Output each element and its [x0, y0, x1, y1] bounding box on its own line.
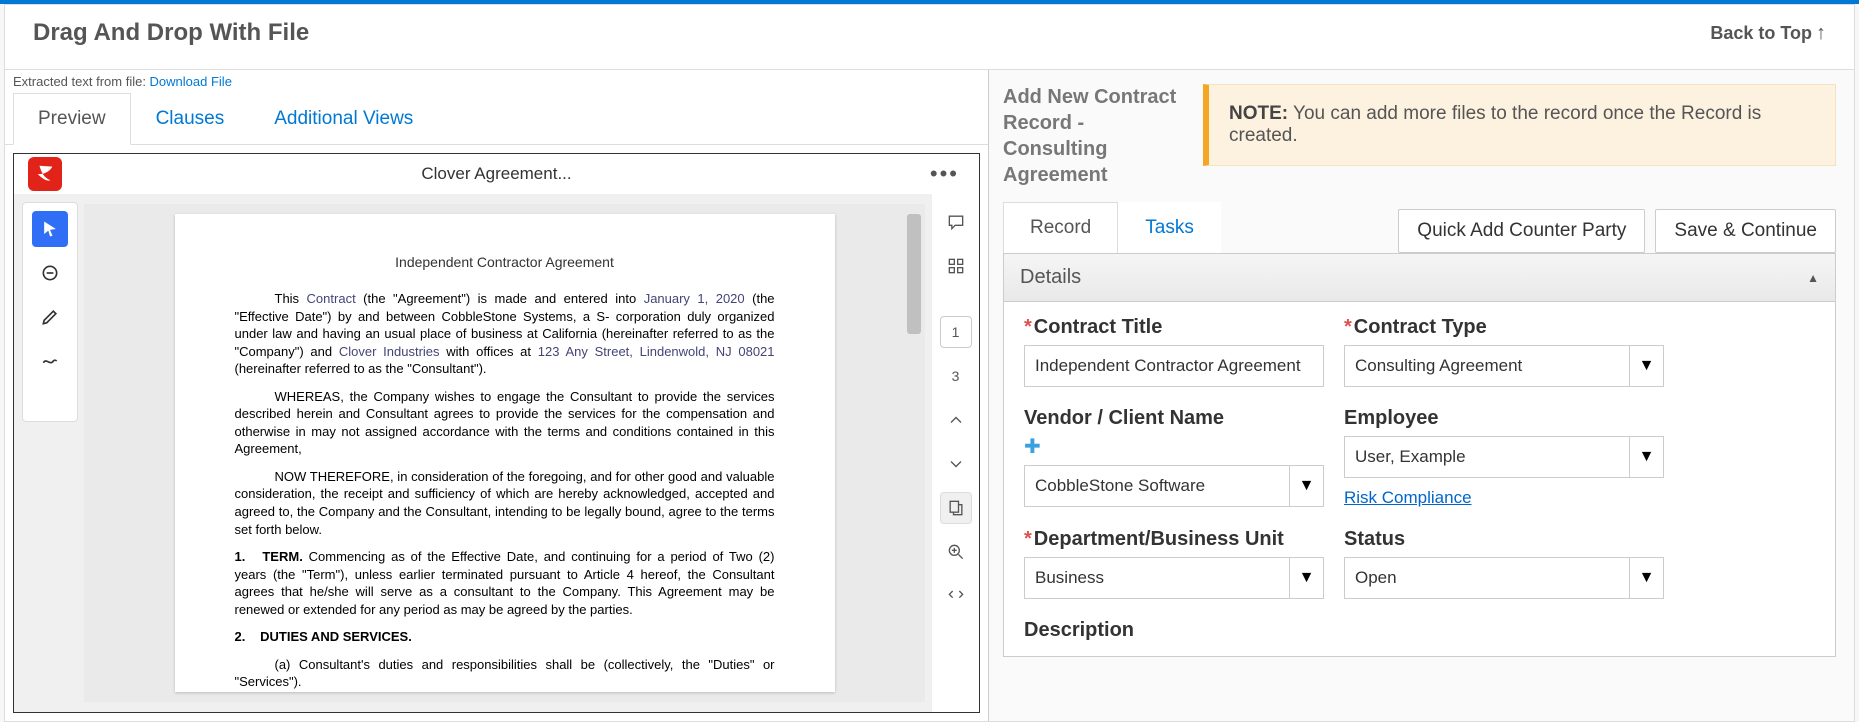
status-field: Status Open ▼	[1344, 528, 1664, 599]
signature-tool-icon[interactable]	[32, 343, 68, 379]
tab-additional-views[interactable]: Additional Views	[249, 93, 438, 144]
clause-2a: (a) Consultant's duties and responsibili…	[235, 656, 775, 691]
chevron-down-icon[interactable]: ▼	[1630, 436, 1664, 478]
pdf-filename: Clover Agreement...	[421, 164, 571, 184]
chevron-down-icon[interactable]: ▼	[1630, 345, 1664, 387]
comments-panel-icon[interactable]	[940, 206, 972, 238]
back-to-top-link[interactable]: Back to Top ↑	[1710, 22, 1826, 45]
prev-page-icon[interactable]	[940, 404, 972, 436]
department-select[interactable]: Business	[1024, 557, 1290, 599]
employee-field: Employee User, Example ▼ Risk Compliance	[1344, 407, 1664, 508]
thumbnails-icon[interactable]	[940, 250, 972, 282]
vendor-select[interactable]: CobbleStone Software	[1024, 465, 1290, 507]
para-3: NOW THEREFORE, in consideration of the f…	[235, 468, 775, 538]
status-select[interactable]: Open	[1344, 557, 1630, 599]
chevron-down-icon[interactable]: ▼	[1630, 557, 1664, 599]
description-field: Description	[1024, 619, 1664, 642]
acrobat-icon	[28, 157, 62, 191]
risk-compliance-link[interactable]: Risk Compliance	[1344, 488, 1664, 508]
contract-type-field: *Contract Type Consulting Agreement ▼	[1344, 316, 1664, 387]
fit-width-icon[interactable]	[940, 580, 972, 612]
details-header[interactable]: Details ▲	[1004, 254, 1835, 302]
comment-tool-icon[interactable]	[32, 255, 68, 291]
save-continue-button[interactable]: Save & Continue	[1655, 209, 1836, 253]
department-field: *Department/Business Unit Business ▼	[1024, 528, 1324, 599]
tab-tasks[interactable]: Tasks	[1118, 202, 1221, 253]
add-vendor-icon[interactable]: ✚	[1024, 434, 1324, 459]
chevron-down-icon[interactable]: ▼	[1290, 557, 1324, 599]
current-page-input[interactable]: 1	[940, 316, 972, 348]
more-options-icon[interactable]: •••	[930, 161, 959, 187]
tab-clauses[interactable]: Clauses	[131, 93, 250, 144]
pdf-scrollbar[interactable]	[907, 214, 921, 334]
collapse-icon[interactable]: ▲	[1807, 271, 1819, 285]
next-page-icon[interactable]	[940, 448, 972, 480]
vendor-client-field: Vendor / Client Name ✚ CobbleStone Softw…	[1024, 407, 1324, 507]
total-pages: 3	[940, 360, 972, 392]
contract-type-select[interactable]: Consulting Agreement	[1344, 345, 1630, 387]
record-tabs: Record Tasks	[1003, 202, 1221, 253]
arrow-up-icon: ↑	[1816, 22, 1826, 45]
chevron-down-icon[interactable]: ▼	[1290, 465, 1324, 507]
edit-tool-icon[interactable]	[32, 299, 68, 335]
pdf-left-toolbar	[22, 202, 78, 422]
contract-title-field: *Contract Title	[1024, 316, 1324, 387]
note-banner: NOTE: You can add more files to the reco…	[1203, 84, 1836, 166]
zoom-in-icon[interactable]	[940, 536, 972, 568]
page-title: Drag And Drop With File	[33, 19, 309, 47]
tab-record[interactable]: Record	[1003, 202, 1118, 253]
download-file-link[interactable]: Download File	[150, 74, 232, 89]
cursor-tool-icon[interactable]	[32, 211, 68, 247]
pdf-viewer: Clover Agreement... •••	[13, 153, 980, 713]
quick-add-counter-party-button[interactable]: Quick Add Counter Party	[1398, 209, 1645, 253]
pdf-right-toolbar: 1 3	[931, 194, 979, 712]
pdf-page-content: Independent Contractor Agreement This Co…	[175, 214, 835, 692]
para-1: This Contract (the "Agreement") is made …	[235, 290, 775, 378]
clause-2: 2. DUTIES AND SERVICES.	[235, 628, 775, 646]
extracted-text-line: Extracted text from file: Download File	[5, 70, 988, 93]
employee-select[interactable]: User, Example	[1344, 436, 1630, 478]
clause-1: 1. TERM. Commencing as of the Effective …	[235, 548, 775, 618]
left-tabs: Preview Clauses Additional Views	[5, 93, 988, 145]
contract-title-input[interactable]	[1024, 345, 1324, 387]
para-2: WHEREAS, the Company wishes to engage th…	[235, 388, 775, 458]
tab-preview[interactable]: Preview	[13, 93, 131, 145]
add-new-record-title: Add New Contract Record - Consulting Agr…	[1003, 84, 1183, 188]
document-title: Independent Contractor Agreement	[235, 254, 775, 270]
page-ops-icon[interactable]	[940, 492, 972, 524]
